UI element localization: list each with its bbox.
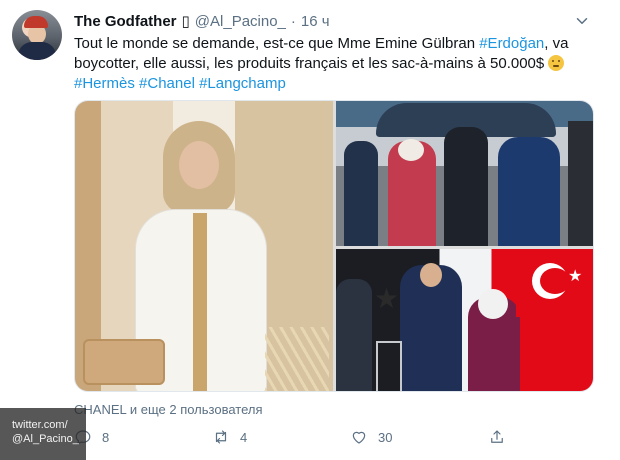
- action-bar: 8 4 30: [74, 426, 514, 448]
- hashtag-langchamp[interactable]: #Langchamp: [199, 75, 286, 92]
- face-shape: [420, 263, 442, 287]
- avatar[interactable]: [12, 10, 62, 60]
- reply-count: 8: [102, 429, 110, 445]
- tweet-text: Tout le monde se demande, est-ce que Mme…: [74, 34, 594, 94]
- author-name[interactable]: The Godfather: [74, 13, 177, 30]
- watermark-line2: @Al_Pacino_: [12, 433, 79, 445]
- liked-by-text[interactable]: CHANEL и еще 2 пользователя: [74, 402, 263, 417]
- source-watermark: twitter.com/ @Al_Pacino_: [0, 408, 86, 460]
- headscarf-shape: [398, 139, 424, 161]
- face-shape: [179, 141, 219, 189]
- person-shape: [336, 279, 372, 391]
- avatar-shirt: [18, 42, 56, 60]
- media-grid: ★ ★: [74, 100, 594, 392]
- share-button[interactable]: [488, 426, 506, 448]
- retweet-icon: [215, 430, 227, 444]
- like-count: 30: [378, 429, 393, 445]
- tweet-header: The Godfather ▯ @Al_Pacino_ · 16 ч: [74, 11, 330, 31]
- headscarf-shape: [478, 289, 508, 319]
- author-handle[interactable]: @Al_Pacino_: [195, 13, 286, 30]
- trim-shape: [193, 213, 207, 391]
- separator-dot: ·: [290, 12, 296, 30]
- watermark-line1: twitter.com/: [12, 419, 68, 431]
- star-icon: ★: [374, 283, 400, 314]
- tweet-text-part1: Tout le monde se demande, est-ce que Mme…: [74, 35, 480, 52]
- retweet-count: 4: [240, 429, 248, 445]
- retweet-button[interactable]: 4: [212, 426, 247, 448]
- person-shape: [498, 137, 560, 246]
- avatar-cap: [24, 16, 48, 28]
- person-shape: [444, 127, 488, 246]
- hashtag-hermes[interactable]: #Hermès: [74, 75, 135, 92]
- photo-left[interactable]: [75, 101, 333, 391]
- heart-icon: [352, 431, 366, 444]
- hashtag-chanel[interactable]: #Chanel: [139, 75, 195, 92]
- flag-star-icon: ★: [568, 268, 583, 285]
- stair-rail-shape: [376, 341, 402, 391]
- crescent-icon: [532, 263, 570, 299]
- tweet-time[interactable]: 16 ч: [301, 13, 330, 30]
- photo-top-right[interactable]: [336, 101, 593, 246]
- person-shape: [344, 141, 378, 246]
- handbag-shape: [83, 339, 165, 385]
- share-icon: [491, 430, 503, 443]
- thinking-face-icon: [548, 55, 565, 71]
- name-badge: ▯: [181, 13, 190, 30]
- hashtag-erdogan[interactable]: #Erdoğan: [479, 35, 544, 52]
- like-button[interactable]: 30: [350, 426, 392, 448]
- photo-bottom-right[interactable]: ★ ★: [336, 249, 593, 391]
- chevron-down-icon[interactable]: [573, 12, 591, 30]
- person-shape: [568, 121, 593, 246]
- plant-shape: [265, 327, 329, 391]
- tweet-card[interactable]: The Godfather ▯ @Al_Pacino_ · 16 ч Tout …: [0, 0, 620, 460]
